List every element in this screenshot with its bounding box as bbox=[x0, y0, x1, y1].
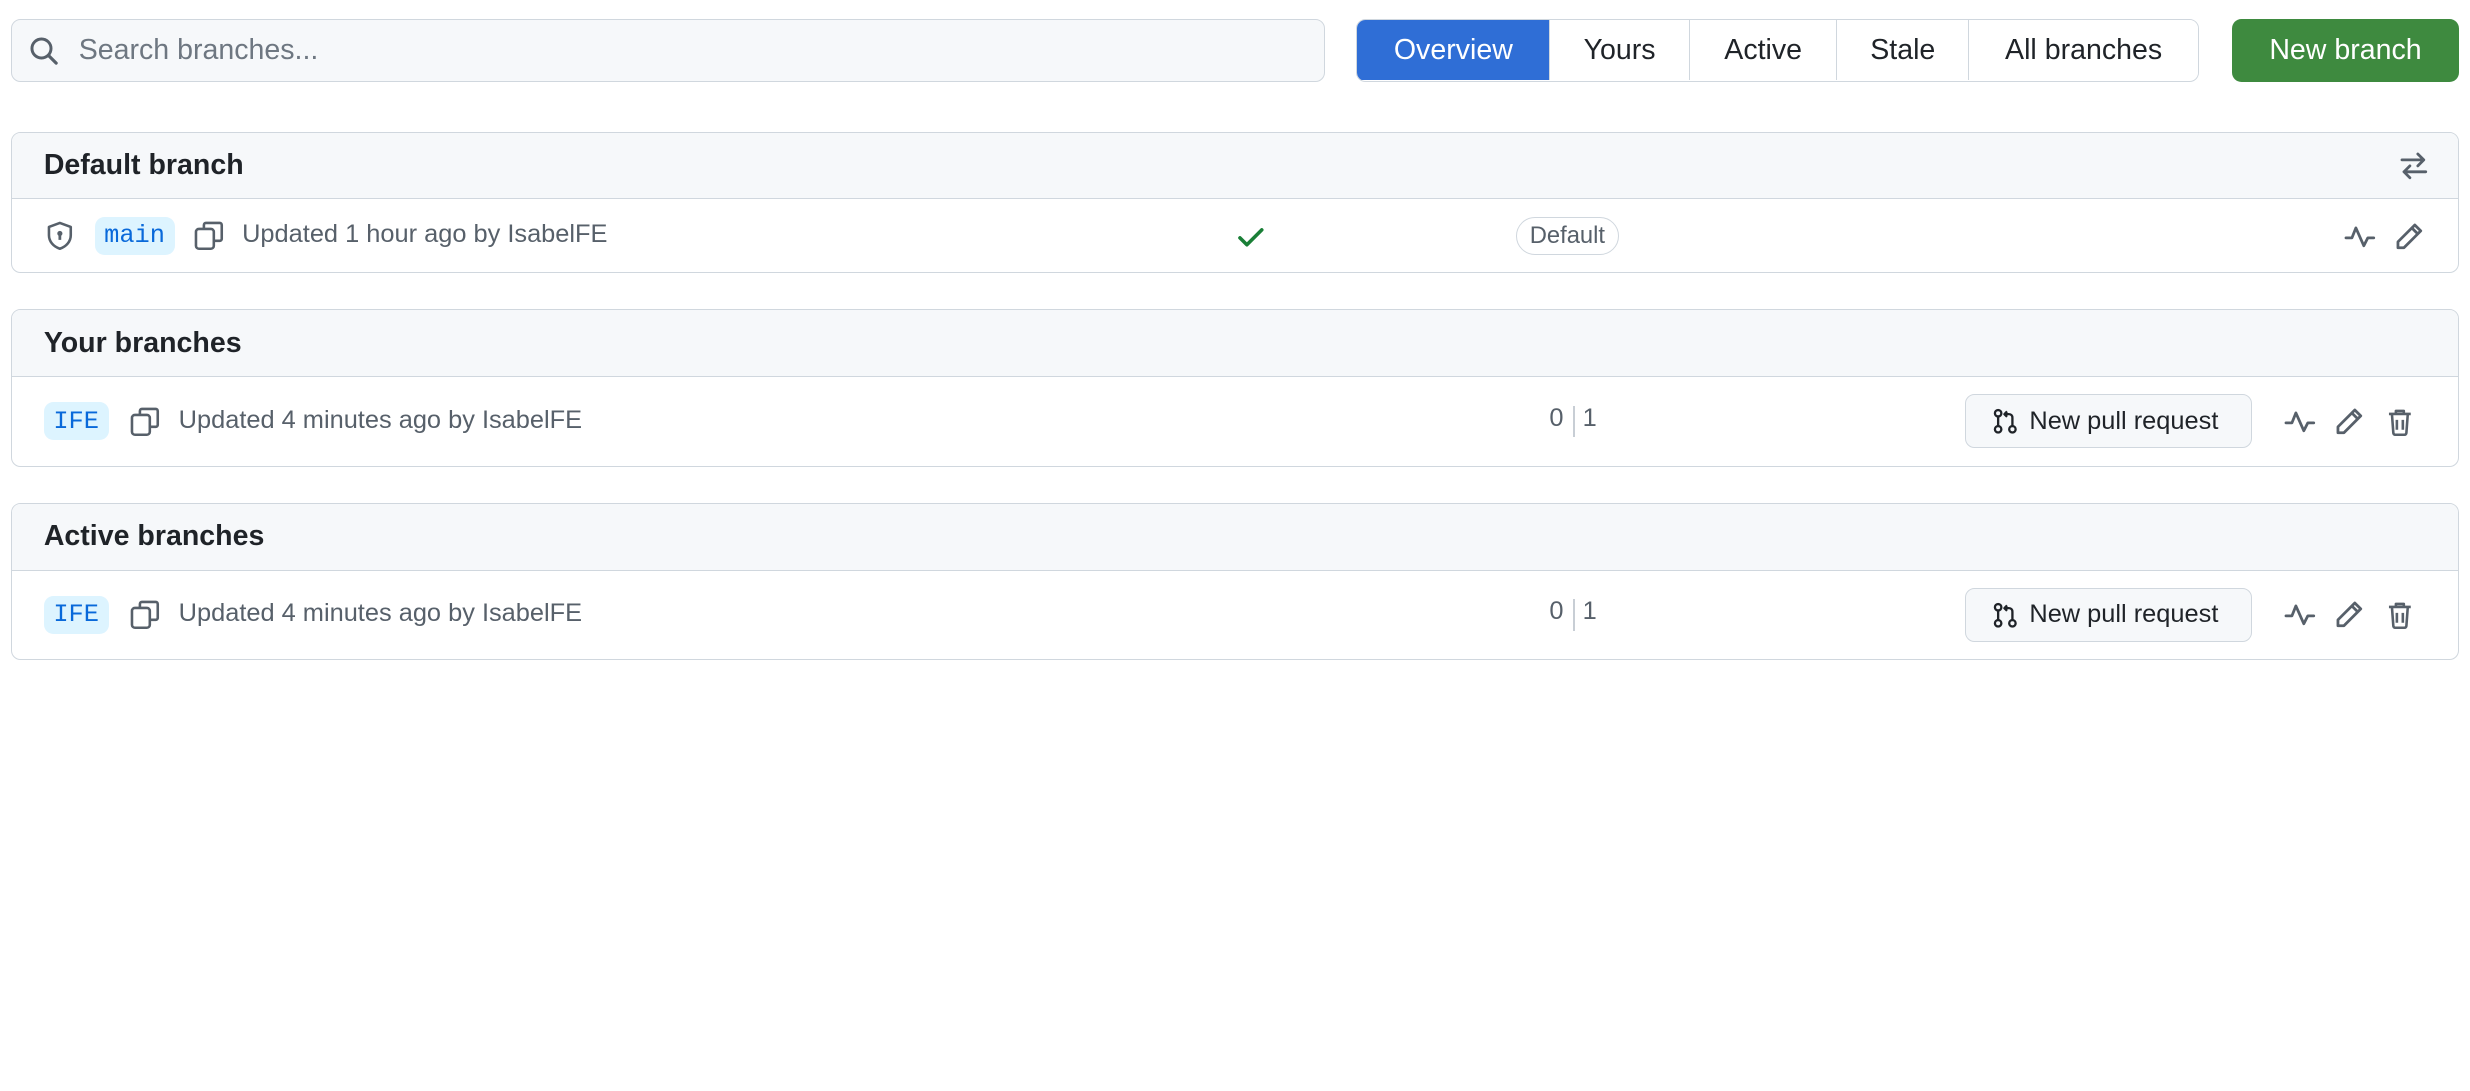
branch-name-link[interactable]: IFE bbox=[43, 595, 109, 634]
pencil-icon[interactable] bbox=[2393, 221, 2425, 253]
activity-icon[interactable] bbox=[2284, 599, 2316, 631]
branch-updated-text: Updated 1 hour ago by IsabelFE bbox=[242, 219, 608, 248]
pull-request-icon bbox=[1994, 602, 2018, 628]
trash-icon[interactable] bbox=[2384, 406, 2416, 438]
behind-count: 0 bbox=[1549, 403, 1564, 432]
copy-icon[interactable] bbox=[129, 406, 161, 438]
trash-icon[interactable] bbox=[2384, 599, 2416, 631]
new-branch-button[interactable]: New branch bbox=[2232, 19, 2459, 83]
copy-icon[interactable] bbox=[129, 599, 161, 631]
activity-icon[interactable] bbox=[2284, 406, 2316, 438]
section-header: Your branches bbox=[12, 310, 2458, 377]
tab-stale[interactable]: Stale bbox=[1836, 20, 1969, 81]
active-branches-section: Active branches IFE Updated 4 minutes ag… bbox=[11, 502, 2459, 661]
section-title: Active branches bbox=[43, 520, 265, 553]
branches-page: Overview Yours Active Stale All branches… bbox=[0, 0, 2470, 1091]
default-branch-section: Default branch main Updated 1 hour ago b… bbox=[11, 131, 2459, 274]
section-header: Default branch bbox=[12, 132, 2458, 200]
branch-row-main: main Updated 1 hour ago by IsabelFE Defa… bbox=[12, 199, 2458, 272]
new-pull-request-button[interactable]: New pull request bbox=[1964, 587, 2253, 642]
tab-overview[interactable]: Overview bbox=[1357, 20, 1550, 81]
pull-request-label: New pull request bbox=[2029, 406, 2219, 435]
default-badge: Default bbox=[1516, 216, 1619, 255]
search-input[interactable] bbox=[75, 32, 1324, 69]
behind-count: 0 bbox=[1549, 597, 1564, 626]
ahead-count: 1 bbox=[1582, 403, 1597, 432]
copy-icon[interactable] bbox=[193, 220, 225, 252]
branch-updated-text: Updated 4 minutes ago by IsabelFE bbox=[178, 599, 583, 628]
shield-icon bbox=[47, 221, 72, 250]
ahead-count: 1 bbox=[1582, 597, 1597, 626]
tab-all-branches[interactable]: All branches bbox=[1968, 20, 2199, 81]
section-title: Your branches bbox=[43, 326, 242, 359]
tab-yours[interactable]: Yours bbox=[1549, 20, 1689, 81]
branch-filter-tabs: Overview Yours Active Stale All branches bbox=[1356, 19, 2200, 83]
ahead-behind-divider bbox=[1573, 405, 1575, 438]
new-pull-request-button[interactable]: New pull request bbox=[1964, 394, 2253, 449]
branch-name-link[interactable]: IFE bbox=[43, 402, 109, 441]
section-header: Active branches bbox=[12, 503, 2458, 571]
branch-row-ife: IFE Updated 4 minutes ago by IsabelFE 0 … bbox=[12, 571, 2458, 660]
activity-icon[interactable] bbox=[2344, 221, 2376, 253]
search-icon bbox=[30, 37, 58, 65]
branch-name-link[interactable]: main bbox=[94, 216, 175, 255]
pull-request-label: New pull request bbox=[2029, 600, 2219, 629]
pencil-icon[interactable] bbox=[2333, 406, 2365, 438]
ahead-behind-divider bbox=[1573, 599, 1575, 631]
section-title: Default branch bbox=[43, 148, 244, 181]
pencil-icon[interactable] bbox=[2333, 599, 2365, 631]
pull-request-icon bbox=[1994, 408, 2018, 434]
search-field[interactable] bbox=[11, 19, 1325, 83]
branch-updated-text: Updated 4 minutes ago by IsabelFE bbox=[178, 405, 583, 434]
your-branches-section: Your branches IFE Updated 4 minutes ago … bbox=[11, 309, 2459, 467]
check-icon[interactable] bbox=[1235, 221, 1267, 253]
tab-active[interactable]: Active bbox=[1688, 20, 1837, 81]
branch-row-ife: IFE Updated 4 minutes ago by IsabelFE 0 … bbox=[12, 377, 2458, 466]
arrows-swap-icon[interactable] bbox=[2398, 150, 2430, 182]
